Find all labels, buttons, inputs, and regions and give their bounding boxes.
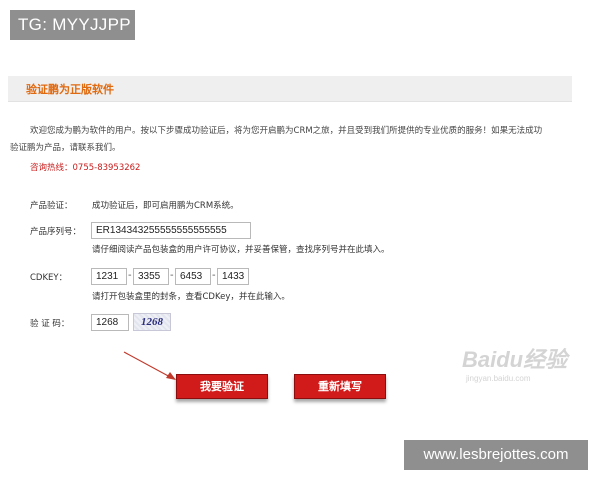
- cdkey-label: CDKEY：: [30, 273, 68, 283]
- cdkey-input-3[interactable]: 6453: [175, 268, 211, 285]
- pointer-arrow-icon: [123, 351, 176, 380]
- reset-button[interactable]: 重新填写: [294, 374, 386, 399]
- cdkey-input-4[interactable]: 1433: [217, 268, 249, 285]
- serial-label: 产品序列号：: [30, 227, 82, 237]
- product-verify-text: 成功验证后，即可启用鹏为CRM系统。: [92, 201, 239, 211]
- verify-button[interactable]: 我要验证: [176, 374, 268, 399]
- site-watermark: www.lesbrejottes.com: [404, 440, 588, 470]
- captcha-input[interactable]: 1268: [91, 314, 129, 331]
- intro-text: 欢迎您成为鹏为软件的用户。按以下步骤成功验证后，将为您开启鹏为CRM之旅，并且受…: [10, 123, 582, 157]
- captcha-image[interactable]: 1268: [133, 313, 171, 331]
- baidu-watermark: Baidu经验 jingyan.baidu.com: [462, 347, 582, 391]
- captcha-label: 验 证 码：: [30, 319, 70, 329]
- cdkey-input-1[interactable]: 1231: [91, 268, 127, 285]
- cdkey-hint: 请打开包装盒里的封条，查看CDKey，并在此输入。: [92, 292, 290, 302]
- cdkey-input-2[interactable]: 3355: [133, 268, 169, 285]
- intro-line-2: 验证鹏为产品，请联系我们。: [10, 143, 121, 153]
- page-header: 验证鹏为正版软件: [8, 76, 572, 102]
- serial-hint: 请仔细阅读产品包装盒的用户许可协议，并妥善保管，查找序列号并在此填入。: [92, 245, 390, 255]
- hotline-text: 咨询热线：0755-83953262: [30, 163, 141, 173]
- baidu-watermark-sub: jingyan.baidu.com: [466, 374, 531, 383]
- product-verify-label: 产品验证：: [30, 201, 73, 211]
- baidu-watermark-main: Baidu经验: [462, 347, 568, 372]
- tg-badge: TG: MYYJJPP: [10, 10, 135, 40]
- intro-line-1: 欢迎您成为鹏为软件的用户。按以下步骤成功验证后，将为您开启鹏为CRM之旅，并且受…: [30, 126, 543, 136]
- cdkey-separator: -: [128, 270, 132, 281]
- serial-input[interactable]: ER134343255555555555555: [91, 222, 251, 239]
- cdkey-separator: -: [170, 270, 174, 281]
- page-title: 验证鹏为正版软件: [26, 83, 114, 96]
- cdkey-separator: -: [212, 270, 216, 281]
